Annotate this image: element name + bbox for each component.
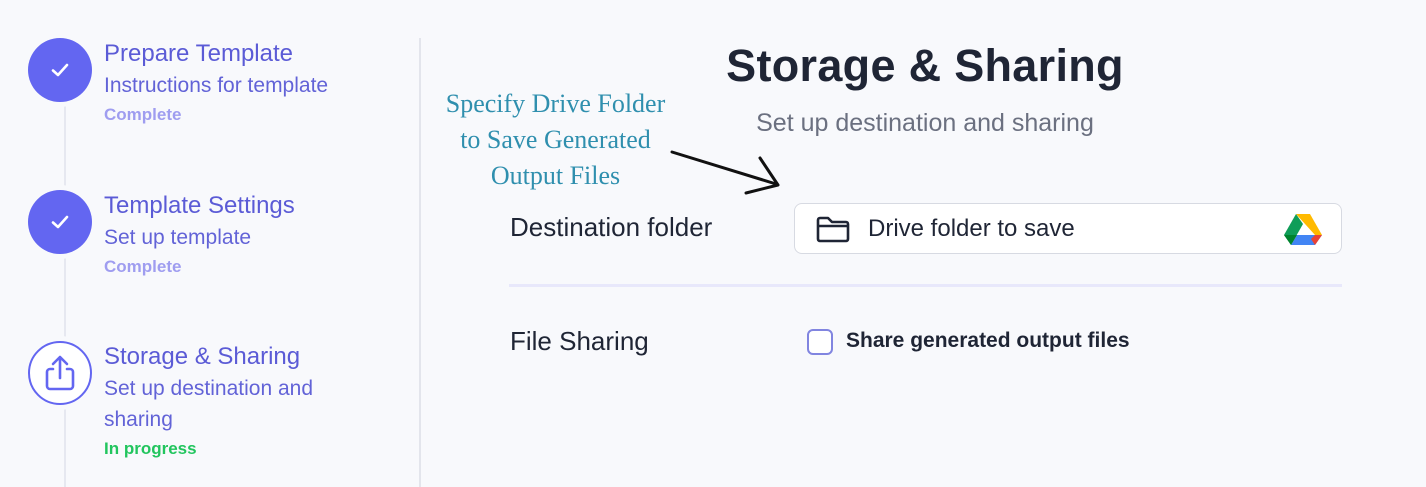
- check-icon: [51, 63, 69, 77]
- step-description: Instructions for template: [104, 74, 329, 97]
- annotation-line: to Save Generated: [460, 125, 651, 154]
- google-drive-icon: [1284, 214, 1322, 245]
- page-subtitle: Set up destination and sharing: [756, 109, 1094, 137]
- annotation-line: Specify Drive Folder: [445, 89, 666, 118]
- form-divider: [509, 284, 1342, 287]
- annotation-line: Output Files: [490, 161, 621, 190]
- step-complete-badge: [28, 38, 92, 102]
- share-upload-icon: [45, 355, 75, 391]
- share-output-checkbox[interactable]: [807, 329, 833, 355]
- share-output-checkbox-label[interactable]: Share generated output files: [846, 329, 1130, 353]
- callout-annotation: Specify Drive Folder to Save Generated O…: [428, 86, 683, 194]
- step-title: Storage & Sharing: [104, 343, 301, 370]
- annotation-arrow-icon: [670, 150, 780, 195]
- step-status: In progress: [104, 439, 197, 458]
- page-title: Storage & Sharing: [726, 40, 1124, 91]
- sidebar-divider: [419, 38, 421, 487]
- step-status: Complete: [104, 105, 182, 124]
- file-sharing-label: File Sharing: [510, 326, 649, 356]
- step-title: Template Settings: [104, 192, 295, 219]
- step-current-badge: [28, 341, 92, 405]
- destination-folder-label: Destination folder: [510, 212, 713, 242]
- step-description: Set up template: [104, 226, 252, 249]
- check-icon: [51, 215, 69, 229]
- step-status: Complete: [104, 257, 182, 276]
- step-description: Set up destination and sharing: [104, 377, 313, 431]
- stepper-connector-line: [64, 70, 66, 487]
- step-title: Prepare Template: [104, 40, 293, 67]
- destination-folder-value: Drive folder to save: [868, 215, 1075, 242]
- folder-icon: [816, 216, 850, 243]
- step-complete-badge: [28, 190, 92, 254]
- progress-stepper: Prepare Template Instructions for templa…: [0, 0, 420, 487]
- destination-folder-picker[interactable]: Drive folder to save: [794, 203, 1342, 254]
